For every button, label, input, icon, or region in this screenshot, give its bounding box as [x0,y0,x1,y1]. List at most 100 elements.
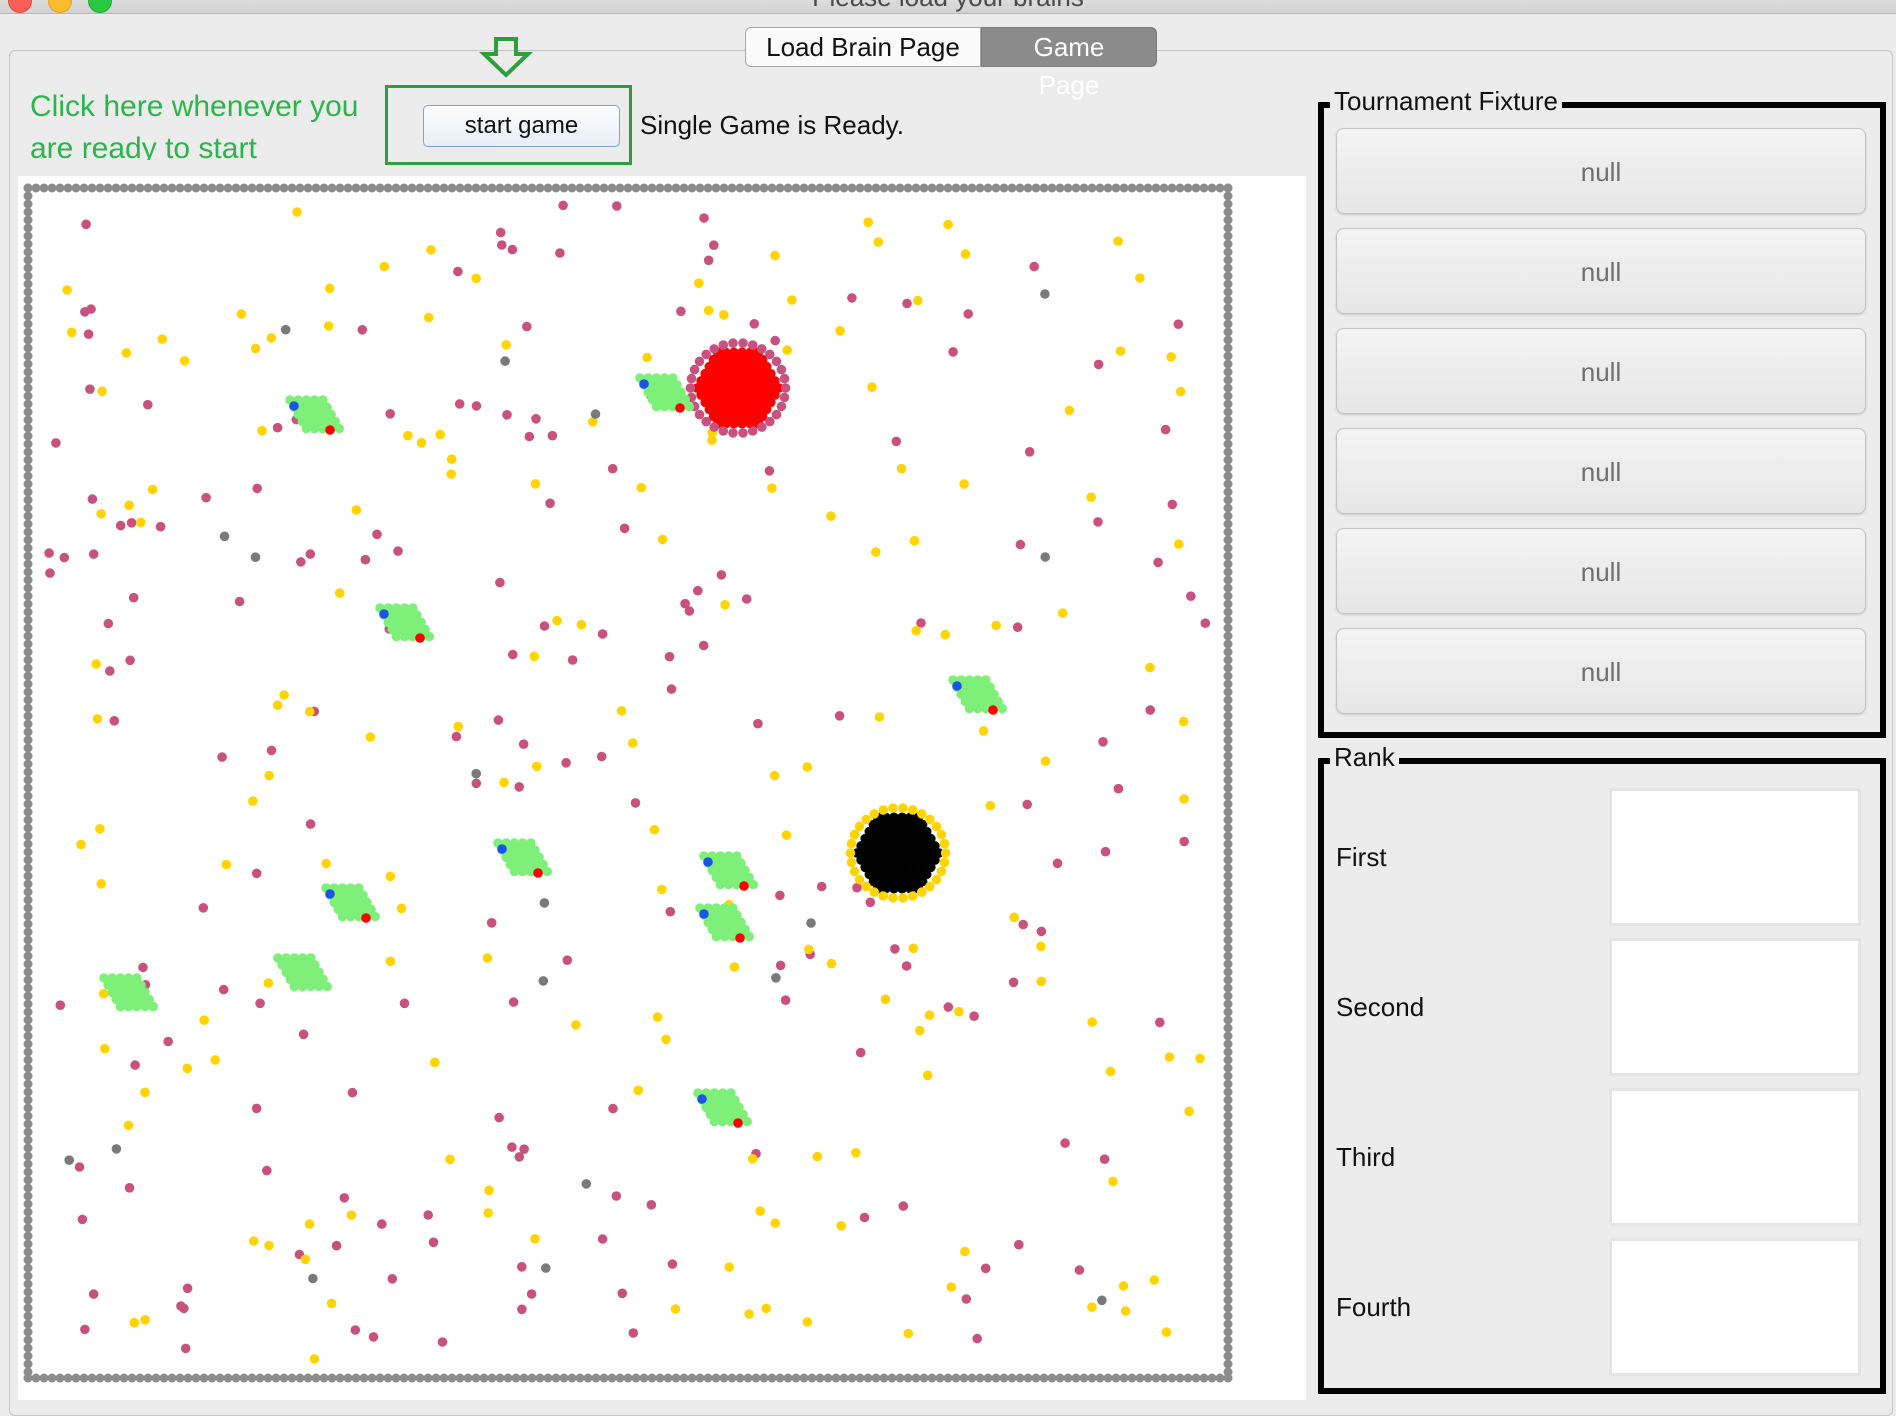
pheromone-marker [619,523,630,534]
grass-cell [115,1001,126,1012]
border-rock [1223,607,1233,617]
border-rock [1175,183,1185,193]
pheromone-marker [1093,359,1104,370]
rock-cell [590,409,601,419]
food-particle [707,435,717,446]
food-particle [272,700,283,710]
pheromone-marker [74,1162,85,1172]
border-rock [407,1373,417,1383]
border-rock [23,975,33,985]
fixture-match-button[interactable]: null [1336,128,1866,214]
border-rock [135,1373,145,1383]
border-rock [135,183,145,193]
border-rock [799,183,809,193]
border-rock [1167,1373,1177,1383]
border-rock [23,407,33,417]
rank-fourth-value [1609,1238,1861,1376]
border-rock [455,183,465,193]
food-particle [804,944,814,955]
fixture-match-button[interactable]: null [1336,428,1866,514]
border-rock [23,247,33,257]
border-rock [23,847,33,857]
pheromone-marker [179,1303,189,1314]
pheromone-marker [471,778,482,789]
border-rock [1223,255,1233,265]
pheromone-marker [198,903,209,913]
fixture-match-button[interactable]: null [1336,528,1866,614]
food-particle [719,310,729,320]
food-particle [670,1304,681,1314]
border-rock [23,775,33,785]
grass-cell [424,631,435,642]
food-particle [576,619,587,630]
pheromone-marker [399,998,410,1009]
start-game-button[interactable]: start game [423,105,620,147]
food-particle [1149,1275,1160,1285]
border-rock [335,1373,345,1383]
border-rock [23,1327,33,1337]
fixture-match-button[interactable]: null [1336,228,1866,314]
pheromone-marker [1022,799,1032,810]
food-particle [915,1025,925,1036]
food-particle [309,1354,320,1364]
game-board[interactable] [18,176,1306,1400]
grass-cell [334,423,345,434]
fixture-match-button[interactable]: null [1336,628,1866,714]
border-rock [503,1373,513,1383]
black-anthill-edge [869,809,879,819]
food-particle [484,1185,494,1196]
food-particle [747,1154,758,1164]
border-rock [23,239,33,249]
border-rock [23,1311,33,1321]
pheromone-marker [1113,783,1124,794]
blue-ant [379,609,389,619]
pheromone-marker [943,1002,954,1012]
tab-load-brain-page[interactable]: Load Brain Page [745,27,981,67]
food-particle [292,207,302,217]
tab-game-page[interactable]: Game Page [981,27,1157,100]
hex-world-map[interactable] [18,176,1306,1400]
pheromone-marker [495,227,506,238]
red-ant [735,933,745,943]
border-rock [1015,1373,1025,1383]
pheromone-marker [1145,705,1155,715]
border-rock [23,351,33,361]
grass-cell [972,703,983,714]
border-rock [727,1373,737,1383]
border-rock [359,183,369,193]
pheromone-marker [339,1193,350,1203]
food-particle [96,879,106,889]
border-rock [1223,735,1233,745]
pheromone-marker [508,649,518,660]
border-rock [1223,439,1233,449]
red-anthill-edge [728,428,738,438]
border-rock [727,183,737,193]
fixture-match-button[interactable]: null [1336,328,1866,414]
border-rock [487,183,497,193]
pheromone-marker [88,1289,99,1299]
border-rock [895,1373,905,1383]
pheromone-marker [305,549,316,559]
black-anthill-edge [854,874,865,885]
border-rock [23,647,33,657]
grass-cell [148,1001,158,1012]
border-rock [1223,703,1233,713]
border-rock [1023,183,1033,193]
border-rock [1223,871,1233,881]
border-rock [1223,1079,1233,1089]
food-particle [1087,1302,1097,1312]
border-rock [1223,263,1233,273]
pheromone-marker [80,1324,90,1335]
food-particle [636,482,647,493]
border-rock [23,807,33,817]
border-rock [1223,919,1233,929]
food-particle [781,830,792,840]
food-particle [720,600,730,610]
red-ant [325,425,335,435]
border-rock [23,1055,33,1065]
red-ant [988,705,998,715]
border-rock [1223,367,1233,377]
border-rock [23,1359,33,1369]
food-particle [501,340,512,350]
grass-cell [132,1001,142,1012]
